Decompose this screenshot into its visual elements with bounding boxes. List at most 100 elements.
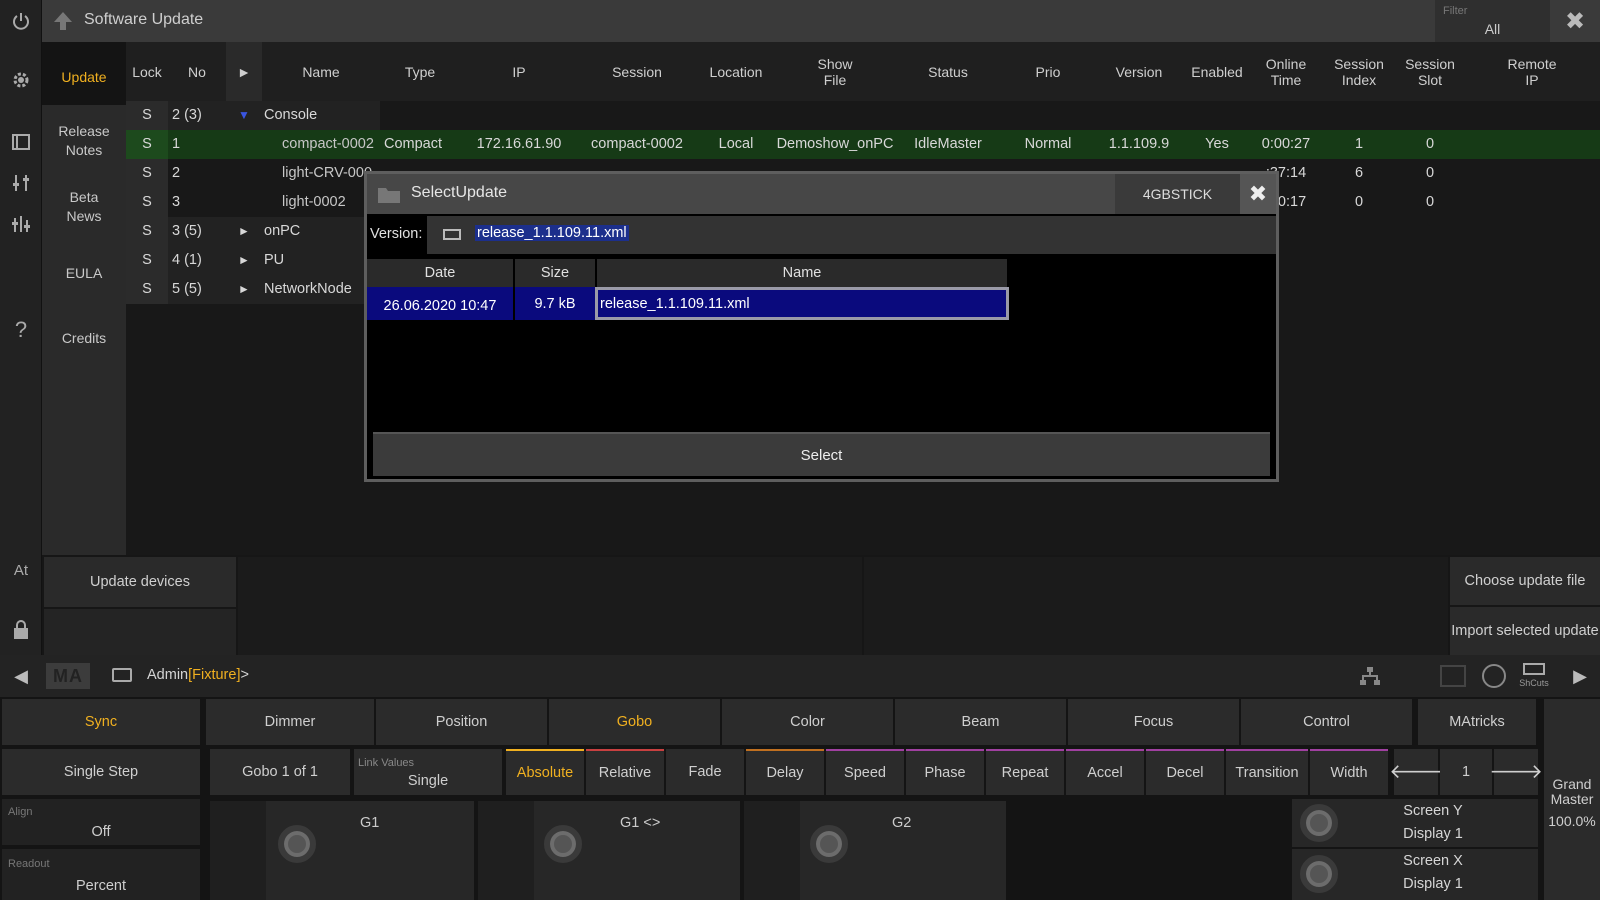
tab-credits[interactable]: Credits: [42, 329, 126, 348]
screen-y-encoder[interactable]: Screen Y Display 1: [1292, 799, 1538, 847]
arrow-right-icon[interactable]: ▶: [1560, 655, 1600, 697]
page-prev-icon[interactable]: 🡐: [1389, 749, 1443, 795]
encoder-knob[interactable]: [544, 825, 582, 863]
shortcuts-button[interactable]: ShCuts: [1516, 661, 1552, 693]
sync-button[interactable]: Sync: [2, 699, 200, 745]
filter-field[interactable]: Filter All: [1435, 0, 1550, 42]
grand-master-fader[interactable]: Grand Master 100.0%: [1544, 699, 1600, 900]
table-row[interactable]: S 2 (3) ▼ Console: [126, 101, 1600, 130]
tab-beta-news[interactable]: Beta News: [42, 188, 126, 226]
mode-relative[interactable]: Relative: [586, 749, 664, 795]
faders-icon[interactable]: [0, 163, 42, 203]
col-online-time[interactable]: Online Time: [1250, 42, 1322, 101]
encoder-g1-alt[interactable]: G1 <>: [478, 801, 740, 900]
choose-update-file-button[interactable]: Choose update file: [1450, 557, 1600, 605]
tab-eula[interactable]: EULA: [42, 264, 126, 283]
drive-selector[interactable]: 4GBSTICK: [1115, 174, 1240, 214]
group-position[interactable]: Position: [376, 699, 547, 745]
mode-delay[interactable]: Delay: [746, 749, 824, 795]
file-name[interactable]: release_1.1.109.11.xml: [595, 287, 1009, 320]
col-session[interactable]: Session: [578, 42, 696, 101]
matricks-button[interactable]: MAtricks: [1418, 699, 1536, 745]
col-status[interactable]: Status: [894, 42, 1002, 101]
encoder-knob[interactable]: [278, 825, 316, 863]
encoder-g1[interactable]: G1: [210, 801, 474, 900]
align-button[interactable]: Align Off: [2, 799, 200, 845]
group-focus[interactable]: Focus: [1068, 699, 1239, 745]
window-icon[interactable]: [0, 122, 42, 162]
keyboard-small-icon: [1523, 663, 1545, 675]
file-size[interactable]: 9.7 kB: [515, 287, 595, 320]
network-icon[interactable]: [1352, 663, 1388, 689]
col-prio[interactable]: Prio: [1002, 42, 1094, 101]
header-date[interactable]: Date: [367, 259, 513, 287]
mode-decel[interactable]: Decel: [1146, 749, 1224, 795]
header-size[interactable]: Size: [515, 259, 595, 287]
mode-transition[interactable]: Transition: [1226, 749, 1308, 795]
col-remote-ip[interactable]: Remote IP: [1464, 42, 1600, 101]
mode-width[interactable]: Width: [1310, 749, 1388, 795]
cmd-prompt: >: [240, 667, 249, 683]
encoder-knob[interactable]: [810, 825, 848, 863]
group-dimmer[interactable]: Dimmer: [206, 699, 374, 745]
version-input[interactable]: release_1.1.109.11.xml: [427, 216, 1276, 254]
col-no[interactable]: No: [168, 42, 226, 101]
command-prompt[interactable]: Admin[Fixture]>: [147, 667, 249, 683]
import-selected-update-button[interactable]: Import selected update: [1450, 607, 1600, 655]
group-control[interactable]: Control: [1241, 699, 1412, 745]
col-type[interactable]: Type: [380, 42, 460, 101]
globe-icon[interactable]: [1482, 664, 1506, 688]
mode-repeat[interactable]: Repeat: [986, 749, 1064, 795]
mode-fade[interactable]: Fade: [666, 749, 744, 795]
screen-y-title: Screen Y: [1403, 803, 1463, 819]
help-icon[interactable]: ?: [0, 310, 42, 350]
empty-button[interactable]: [44, 609, 236, 655]
select-button[interactable]: Select: [373, 432, 1270, 476]
file-date[interactable]: 26.06.2020 10:47: [367, 287, 513, 320]
group-color[interactable]: Color: [722, 699, 893, 745]
group-beam[interactable]: Beam: [895, 699, 1066, 745]
mail-icon[interactable]: [1440, 665, 1466, 687]
col-expand[interactable]: ►: [226, 42, 262, 101]
mode-speed[interactable]: Speed: [826, 749, 904, 795]
power-icon[interactable]: [0, 0, 42, 42]
keyboard-icon[interactable]: [112, 668, 132, 682]
up-arrow-icon[interactable]: [52, 10, 74, 32]
encoder-knob[interactable]: [1300, 855, 1338, 893]
col-name[interactable]: Name: [262, 42, 380, 101]
page-next-icon[interactable]: 🡒: [1489, 749, 1543, 795]
mode-absolute[interactable]: Absolute: [506, 749, 584, 795]
close-icon[interactable]: ✖: [1550, 0, 1600, 42]
col-enabled[interactable]: Enabled: [1184, 42, 1250, 101]
table-row[interactable]: S 1 compact-0002 Compact 172.16.61.90 co…: [126, 130, 1600, 159]
tab-release-notes[interactable]: Release Notes: [42, 122, 126, 160]
at-button[interactable]: At: [0, 550, 42, 590]
single-step-button[interactable]: Single Step: [2, 749, 200, 795]
mode-accel[interactable]: Accel: [1066, 749, 1144, 795]
mode-phase[interactable]: Phase: [906, 749, 984, 795]
update-devices-button[interactable]: Update devices: [44, 557, 236, 607]
col-show-file[interactable]: Show File: [776, 42, 894, 101]
arrow-left-icon[interactable]: ◀: [0, 655, 42, 697]
keyboard-icon[interactable]: [443, 229, 461, 240]
encoder-knob[interactable]: [1300, 804, 1338, 842]
encoder-g2[interactable]: G2: [744, 801, 1006, 900]
col-ip[interactable]: IP: [460, 42, 578, 101]
gobo-page-button[interactable]: Gobo 1 of 1: [210, 749, 350, 795]
dialog-close-icon[interactable]: ✖: [1240, 174, 1276, 214]
group-gobo[interactable]: Gobo: [549, 699, 720, 745]
header-name[interactable]: Name: [597, 259, 1007, 287]
col-lock[interactable]: Lock: [126, 42, 168, 101]
lock-icon[interactable]: [0, 610, 42, 650]
cmd-user: Admin: [147, 667, 189, 683]
mixer-icon[interactable]: [0, 204, 42, 244]
link-values-button[interactable]: Link Values Single: [354, 749, 502, 795]
col-location[interactable]: Location: [696, 42, 776, 101]
col-session-index[interactable]: Session Index: [1322, 42, 1396, 101]
screen-x-encoder[interactable]: Screen X Display 1: [1292, 849, 1538, 900]
col-session-slot[interactable]: Session Slot: [1396, 42, 1464, 101]
col-version[interactable]: Version: [1094, 42, 1184, 101]
readout-button[interactable]: Readout Percent: [2, 849, 200, 900]
gear-icon[interactable]: [0, 60, 42, 100]
tab-update[interactable]: Update: [42, 42, 126, 105]
